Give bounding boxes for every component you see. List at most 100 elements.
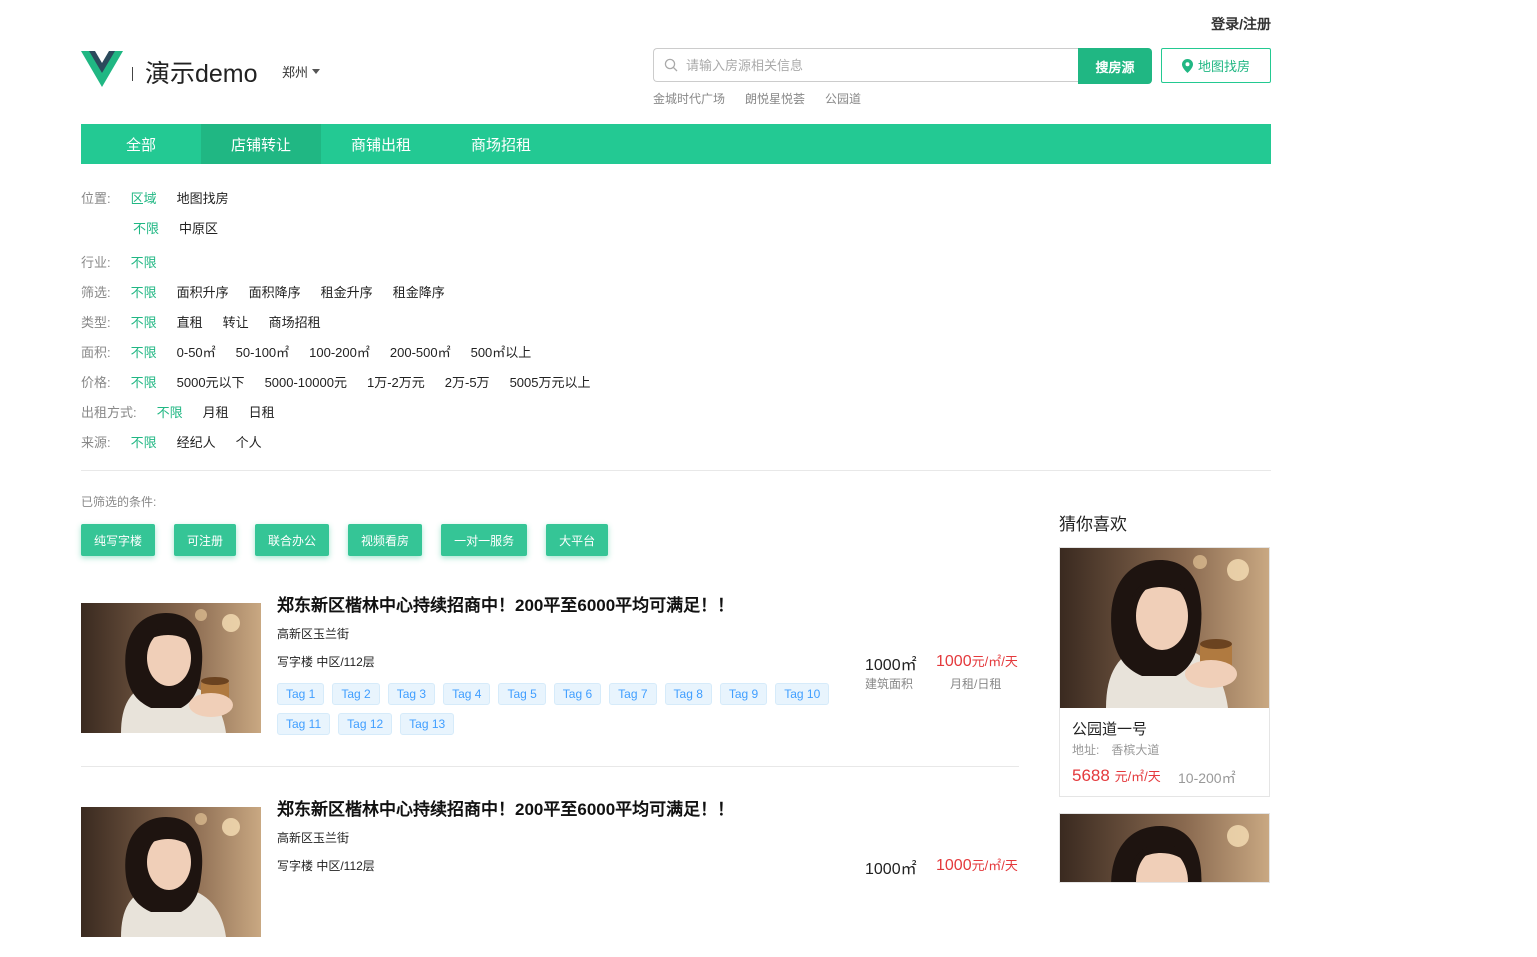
filter-option[interactable]: 500㎡以上: [471, 342, 532, 361]
listing-tag[interactable]: Tag 7: [609, 683, 657, 705]
listing-photo[interactable]: [81, 807, 261, 937]
city-label: 郑州: [282, 65, 309, 80]
filter-label: 筛选:: [81, 285, 111, 300]
listing-price-label: 月租/日租: [950, 677, 1002, 691]
filter-option[interactable]: 租金降序: [393, 282, 445, 301]
listing-tag[interactable]: Tag 8: [664, 683, 712, 705]
map-search-button[interactable]: 地图找房: [1161, 48, 1271, 83]
listing-tag[interactable]: Tag 11: [277, 713, 331, 735]
filter-option[interactable]: 不限: [131, 372, 157, 391]
title-separator: [132, 67, 133, 81]
filter-option[interactable]: 月租: [203, 402, 229, 421]
listing-tag[interactable]: Tag 6: [553, 683, 602, 705]
recommend-price: 5688 元/㎡/天: [1072, 766, 1161, 786]
listing-tag[interactable]: Tag 13: [400, 713, 455, 735]
selected-chip[interactable]: 视频看房: [348, 524, 423, 556]
listing-price-value: 1000: [936, 857, 972, 874]
tab-all[interactable]: 全部: [81, 124, 201, 164]
filter-option[interactable]: 面积升序: [177, 282, 229, 301]
filter-option[interactable]: 5000元以下: [177, 372, 245, 391]
filter-option[interactable]: 不限: [131, 342, 157, 361]
listing-tag[interactable]: Tag 12: [338, 713, 393, 735]
listing-tag[interactable]: Tag 10: [775, 683, 830, 705]
filter-row-source: 来源: 不限 经纪人 个人: [81, 432, 262, 451]
selected-chip[interactable]: 一对一服务: [441, 524, 528, 556]
tab-shop-transfer[interactable]: 店铺转让: [201, 124, 321, 164]
search-input[interactable]: [684, 56, 1078, 74]
city-selector[interactable]: 郑州: [282, 62, 321, 81]
hot-searches: 金城时代广场 朗悦星悦荟 公园道: [653, 90, 861, 107]
selected-chip[interactable]: 联合办公: [255, 524, 330, 556]
filter-option[interactable]: 5000-10000元: [265, 372, 347, 391]
filter-option[interactable]: 不限: [131, 312, 157, 331]
selected-chip[interactable]: 可注册: [174, 524, 237, 556]
selected-chip[interactable]: 大平台: [546, 524, 609, 556]
filter-option[interactable]: 50-100㎡: [236, 342, 289, 361]
search-button[interactable]: 搜房源: [1078, 48, 1152, 84]
filter-option[interactable]: 1万-2万元: [367, 372, 425, 391]
filter-option[interactable]: 区域: [131, 188, 157, 207]
filter-row-area: 面积: 不限 0-50㎡ 50-100㎡ 100-200㎡ 200-500㎡ 5…: [81, 342, 531, 361]
vue-logo-icon: [81, 51, 123, 87]
filter-option[interactable]: 日租: [249, 402, 275, 421]
filter-row-sort: 筛选: 不限 面积升序 面积降序 租金升序 租金降序: [81, 282, 445, 301]
recommend-photo[interactable]: [1060, 814, 1269, 882]
filter-option[interactable]: 2万-5万: [445, 372, 490, 391]
recommend-address-label: 地址:: [1072, 743, 1100, 757]
filter-option[interactable]: 直租: [177, 312, 203, 331]
recommend-card[interactable]: [1059, 813, 1270, 883]
listing-card[interactable]: 郑东新区楷林中心持续招商中！200平至6000平均可满足！！ 高新区玉兰街 写字…: [81, 800, 1019, 957]
selected-chip[interactable]: 纯写字楼: [81, 524, 156, 556]
filter-option[interactable]: 100-200㎡: [309, 342, 370, 361]
filter-label: 出租方式:: [81, 405, 137, 420]
listing-photo[interactable]: [81, 603, 261, 733]
filter-option[interactable]: 0-50㎡: [177, 342, 216, 361]
recommend-card[interactable]: 公园道一号 地址: 香槟大道 5688 元/㎡/天 10-200㎡: [1059, 547, 1270, 797]
recommend-address-value: 香槟大道: [1111, 743, 1160, 757]
recommend-photo[interactable]: [1060, 548, 1269, 708]
selected-conditions-label: 已筛选的条件:: [81, 495, 157, 509]
hot-search-link[interactable]: 公园道: [825, 90, 861, 107]
filter-option[interactable]: 5005万元以上: [510, 372, 591, 391]
listing-tag[interactable]: Tag 5: [498, 683, 546, 705]
filter-option[interactable]: 不限: [131, 252, 157, 271]
filter-option[interactable]: 中原区: [179, 218, 218, 237]
filter-label: 价格:: [81, 375, 111, 390]
hot-search-link[interactable]: 朗悦星悦荟: [745, 90, 805, 107]
filter-option[interactable]: 不限: [131, 432, 157, 451]
tab-mall-leasing[interactable]: 商场招租: [441, 124, 561, 164]
filter-row-price: 价格: 不限 5000元以下 5000-10000元 1万-2万元 2万-5万 …: [81, 372, 590, 391]
filter-option[interactable]: 不限: [133, 218, 159, 237]
listing-card[interactable]: 郑东新区楷林中心持续招商中！200平至6000平均可满足！！ 高新区玉兰街 写字…: [81, 596, 1019, 753]
listing-tag[interactable]: Tag 3: [387, 683, 436, 705]
filter-option[interactable]: 个人: [236, 432, 262, 451]
woman-photo-image: [81, 603, 261, 733]
listing-tags: Tag 1 Tag 2 Tag 3 Tag 4 Tag 5 Tag 6 Tag …: [277, 683, 867, 735]
filter-option[interactable]: 转让: [223, 312, 249, 331]
filter-label: 面积:: [81, 345, 111, 360]
listing-tag[interactable]: Tag 2: [332, 683, 380, 705]
login-register-link[interactable]: 登录/注册: [1211, 14, 1271, 34]
woman-photo-image: [1060, 814, 1269, 882]
filter-option[interactable]: 不限: [131, 282, 157, 301]
selected-chips: 纯写字楼 可注册 联合办公 视频看房 一对一服务 大平台: [81, 524, 609, 556]
filter-label: 位置:: [81, 191, 111, 206]
listing-title[interactable]: 郑东新区楷林中心持续招商中！200平至6000平均可满足！！: [277, 795, 734, 820]
listing-tag[interactable]: Tag 9: [719, 683, 768, 705]
recommend-name[interactable]: 公园道一号: [1072, 718, 1147, 739]
tab-shop-rent[interactable]: 商铺出租: [321, 124, 441, 164]
filter-option[interactable]: 面积降序: [249, 282, 301, 301]
hot-search-link[interactable]: 金城时代广场: [653, 90, 725, 107]
app-title: 演示demo: [145, 60, 258, 88]
filter-option[interactable]: 经纪人: [177, 432, 216, 451]
listing-price: 1000元/㎡/天: [936, 855, 1018, 875]
listing-tag[interactable]: Tag 4: [443, 683, 491, 705]
filter-option[interactable]: 地图找房: [177, 188, 229, 207]
filter-option[interactable]: 200-500㎡: [390, 342, 451, 361]
listing-title[interactable]: 郑东新区楷林中心持续招商中！200平至6000平均可满足！！: [277, 591, 734, 616]
filter-option[interactable]: 商场招租: [269, 312, 321, 331]
filter-option[interactable]: 不限: [157, 402, 183, 421]
listing-price-value: 1000: [936, 653, 972, 670]
listing-tag[interactable]: Tag 1: [277, 683, 325, 705]
filter-option[interactable]: 租金升序: [321, 282, 373, 301]
